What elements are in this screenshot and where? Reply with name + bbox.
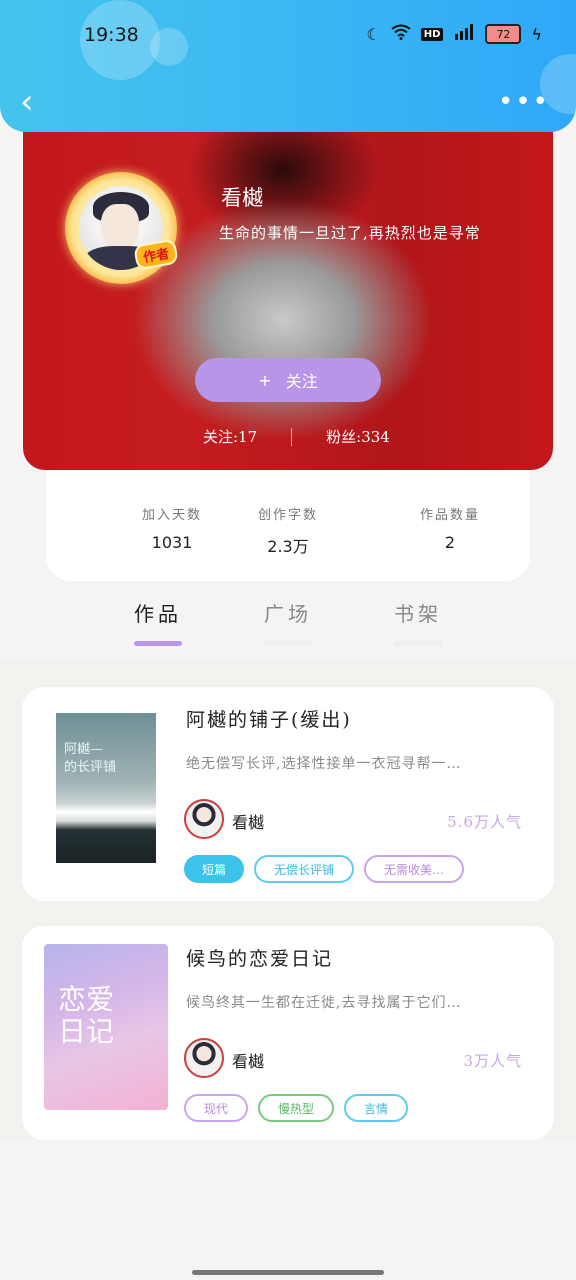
charging-icon: ϟ	[531, 24, 542, 44]
cover-title: 恋爱 日记	[58, 983, 115, 1048]
profile-tabs: 作品 广场 书架	[0, 598, 576, 648]
status-time: 19:38	[84, 24, 139, 46]
tag[interactable]: 无需收美…	[364, 855, 465, 883]
divider	[291, 427, 293, 446]
author-stats: 加入天数 1031 创作字数 2.3万 作品数量 2	[46, 460, 530, 581]
stat-value: 2	[444, 533, 456, 552]
stat-work-count: 作品数量 2	[380, 504, 520, 552]
tab-bookshelf[interactable]: 书架	[378, 598, 458, 646]
book-cover[interactable]: 恋爱 日记	[44, 944, 168, 1110]
book-author: 看樾	[232, 1052, 265, 1071]
stat-value: 2.3万	[267, 537, 309, 556]
tab-square[interactable]: 广场	[248, 598, 328, 646]
status-bar: 19:38 ☾ HD 72 ϟ	[0, 0, 576, 70]
book-card[interactable]: 恋爱 日记 候鸟的恋爱日记 候鸟终其一生都在迁徙,去寻找属于它们… 看樾 3万人…	[22, 926, 554, 1140]
book-tags: 现代 慢热型 言情	[184, 1094, 409, 1122]
fans-count[interactable]: 粉丝:334	[326, 426, 390, 447]
follow-label: 关注	[285, 372, 318, 391]
tag[interactable]: 短篇	[184, 855, 245, 883]
tag[interactable]: 言情	[344, 1094, 409, 1122]
status-icons: ☾ HD 72 ϟ	[366, 24, 542, 44]
follow-button[interactable]: + 关注	[195, 358, 381, 402]
tab-label: 广场	[264, 602, 312, 626]
top-header: 19:38 ☾ HD 72 ϟ ‹ •••	[0, 0, 576, 132]
book-tags: 短篇 无偿长评铺 无需收美…	[184, 855, 465, 883]
book-description: 候鸟终其一生都在迁徙,去寻找属于它们…	[186, 995, 462, 1011]
moon-icon: ☾	[366, 24, 381, 44]
avatar-face	[101, 204, 139, 250]
book-popularity: 3万人气	[463, 1052, 522, 1070]
author-avatar[interactable]: 作者	[65, 172, 179, 284]
author-name: 看樾	[221, 186, 263, 210]
cover-title: 阿樾— 的长评铺	[64, 742, 117, 775]
author-bio: 生命的事情一旦过了,再热烈也是寻常	[219, 224, 481, 242]
tag[interactable]: 现代	[184, 1094, 249, 1122]
hd-icon: HD	[420, 27, 444, 41]
tab-label: 书架	[394, 602, 442, 626]
book-card[interactable]: 阿樾— 的长评铺 阿樾的铺子(缓出) 绝无偿写长评,选择性接单一衣冠寻帮一… 看…	[22, 687, 554, 901]
tab-indicator	[264, 641, 312, 646]
book-cover[interactable]: 阿樾— 的长评铺	[56, 713, 156, 863]
profile-header: 作者 看樾 生命的事情一旦过了,再热烈也是寻常 + 关注 关注:17 粉丝:33…	[23, 110, 553, 470]
more-options-icon[interactable]: •••	[498, 89, 550, 115]
tab-indicator	[394, 641, 442, 646]
following-count[interactable]: 关注:17	[203, 426, 257, 447]
stat-word-count: 创作字数 2.3万	[218, 504, 358, 557]
signal-icon	[453, 24, 475, 44]
book-popularity: 5.6万人气	[447, 813, 522, 831]
book-title[interactable]: 候鸟的恋爱日记	[186, 944, 333, 971]
stat-label: 创作字数	[257, 508, 318, 523]
battery-icon: 72	[485, 24, 522, 44]
home-indicator[interactable]	[192, 1270, 384, 1275]
tab-indicator	[134, 641, 182, 646]
author-avatar-small[interactable]	[184, 799, 224, 839]
wifi-icon	[391, 24, 411, 44]
tag[interactable]: 慢热型	[258, 1094, 335, 1122]
book-description: 绝无偿写长评,选择性接单一衣冠寻帮一…	[186, 756, 462, 772]
book-author: 看樾	[232, 813, 265, 832]
book-title[interactable]: 阿樾的铺子(缓出)	[186, 705, 352, 732]
tab-works[interactable]: 作品	[118, 598, 198, 646]
plus-icon: +	[258, 370, 272, 390]
author-avatar-small[interactable]	[184, 1038, 224, 1078]
tab-label: 作品	[134, 602, 182, 626]
follow-counts: 关注:17 粉丝:334	[203, 426, 390, 447]
tag[interactable]: 无偿长评铺	[254, 855, 355, 883]
stat-label: 作品数量	[419, 508, 480, 523]
back-icon[interactable]: ‹	[20, 82, 34, 122]
